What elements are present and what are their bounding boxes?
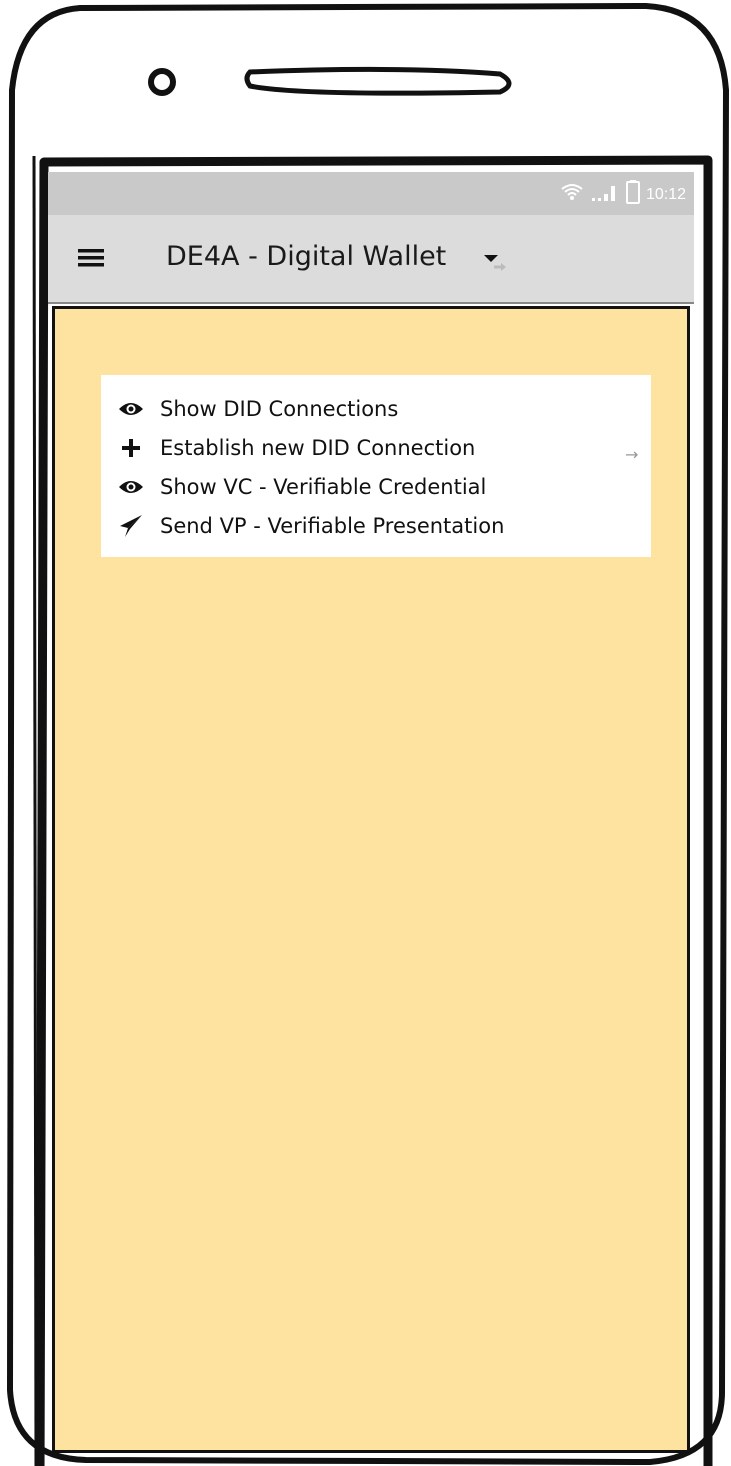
eye-icon bbox=[117, 397, 145, 421]
app-bar: DE4A - Digital Wallet bbox=[48, 215, 694, 304]
action-menu: Show DID Connections Establish new DID C… bbox=[101, 375, 651, 557]
paper-plane-icon bbox=[117, 514, 145, 538]
menu-item-label: Show DID Connections bbox=[160, 396, 399, 421]
menu-item-label: Show VC - Verifiable Credential bbox=[160, 474, 487, 499]
status-time: 10:12 bbox=[645, 185, 686, 203]
menu-item-label: Establish new DID Connection bbox=[160, 435, 476, 460]
app-title: DE4A - Digital Wallet bbox=[166, 241, 447, 272]
plus-icon bbox=[117, 436, 145, 460]
status-bar: 10:12 bbox=[48, 172, 694, 215]
menu-item-label: Send VP - Verifiable Presentation bbox=[160, 513, 505, 538]
battery-icon bbox=[625, 180, 640, 209]
menu-item-establish-did-connection[interactable]: Establish new DID Connection bbox=[101, 428, 651, 467]
menu-item-show-did-connections[interactable]: Show DID Connections bbox=[101, 389, 651, 428]
eye-icon bbox=[117, 475, 145, 499]
menu-item-send-vp[interactable]: Send VP - Verifiable Presentation bbox=[101, 506, 651, 545]
signal-icon bbox=[590, 182, 620, 207]
hamburger-icon[interactable] bbox=[78, 247, 104, 269]
main-content: Show DID Connections Establish new DID C… bbox=[52, 306, 690, 1453]
dropdown-link-icon[interactable] bbox=[482, 249, 508, 275]
menu-item-show-vc[interactable]: Show VC - Verifiable Credential bbox=[101, 467, 651, 506]
wifi-icon bbox=[560, 183, 584, 206]
link-arrow-icon[interactable]: → bbox=[625, 447, 647, 463]
